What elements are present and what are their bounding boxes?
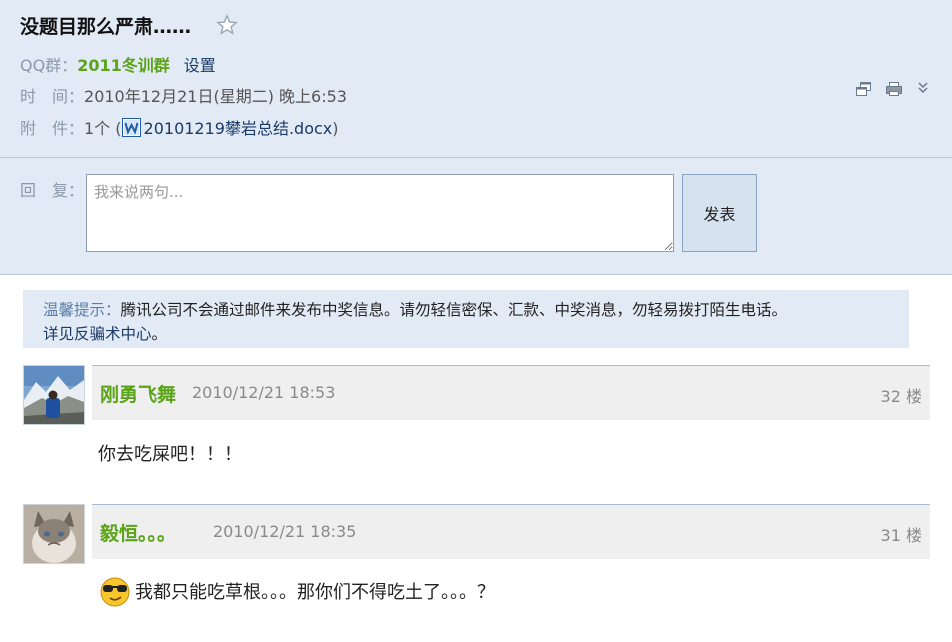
avatar-image-cat: [24, 505, 84, 563]
word-document-icon: [121, 118, 141, 137]
notice-text: 腾讯公司不会通过邮件来发布中奖信息。请勿轻信密保、汇款、中奖消息，勿轻易拨打陌生…: [120, 301, 788, 319]
post-author[interactable]: 毅恒。。。: [100, 519, 176, 546]
post-content: 我都只能吃草根。。。那你们不得吃土了。。。？: [135, 582, 495, 603]
reply-area: 回 复： 发表: [0, 158, 952, 275]
avatar-image-mountain: [24, 366, 84, 424]
post-time: 2010/12/21 18:35: [213, 522, 357, 541]
cool-sunglasses-emoji-icon: [100, 577, 130, 607]
settings-link[interactable]: 设置: [184, 56, 216, 75]
notice-end: 。: [151, 325, 168, 343]
notice-box: 温馨提示：腾讯公司不会通过邮件来发布中奖信息。请勿轻信密保、汇款、中奖消息，勿轻…: [23, 290, 909, 348]
attachment-close-paren: ): [332, 119, 339, 138]
avatar[interactable]: [23, 365, 85, 425]
post-header: 毅恒。。。 2010/12/21 18:35 31 楼: [92, 504, 930, 559]
group-name-link[interactable]: 2011冬训群: [77, 56, 170, 75]
avatar[interactable]: [23, 504, 85, 564]
collapse-icon[interactable]: [914, 80, 932, 98]
reply-label: 回 复：: [20, 181, 85, 200]
post-button[interactable]: 发表: [682, 174, 757, 252]
attachment-label: 附 件：: [20, 119, 85, 138]
notice-label: 温馨提示：: [43, 301, 121, 319]
post-floor: 32 楼: [880, 387, 922, 406]
post-content: 你去吃屎吧！！！: [98, 444, 242, 465]
post-author[interactable]: 刚勇飞舞: [100, 380, 176, 407]
mail-header: 没题目那么严肃…… QQ群：2011冬训群 设置 时 间：2010年12月21日(…: [0, 0, 952, 158]
reply-input[interactable]: [86, 174, 674, 252]
post-header: 刚勇飞舞 2010/12/21 18:53 32 楼: [92, 365, 930, 420]
mail-subject: 没题目那么严肃……: [20, 16, 192, 38]
time-label: 时 间：: [20, 87, 85, 106]
group-label: QQ群：: [20, 56, 78, 75]
attachment-row: 附 件：1个 ( 20101219攀岩总结.docx): [20, 115, 339, 139]
new-window-icon[interactable]: [855, 80, 873, 98]
time-clock: 6:53: [311, 87, 347, 106]
star-icon[interactable]: [216, 14, 238, 36]
post-floor: 31 楼: [880, 526, 922, 545]
attachment-file-link[interactable]: 20101219攀岩总结.docx: [144, 119, 333, 138]
group-row: QQ群：2011冬训群 设置: [20, 52, 216, 76]
print-icon[interactable]: [885, 80, 903, 98]
attachment-count: 1个 (: [84, 119, 122, 138]
anti-fraud-link[interactable]: 详见反骗术中心: [43, 325, 152, 343]
time-value: 2010年12月21日(星期二) 晚上: [84, 87, 312, 106]
time-row: 时 间：2010年12月21日(星期二) 晚上6:53: [20, 83, 347, 107]
post-time: 2010/12/21 18:53: [192, 383, 336, 402]
